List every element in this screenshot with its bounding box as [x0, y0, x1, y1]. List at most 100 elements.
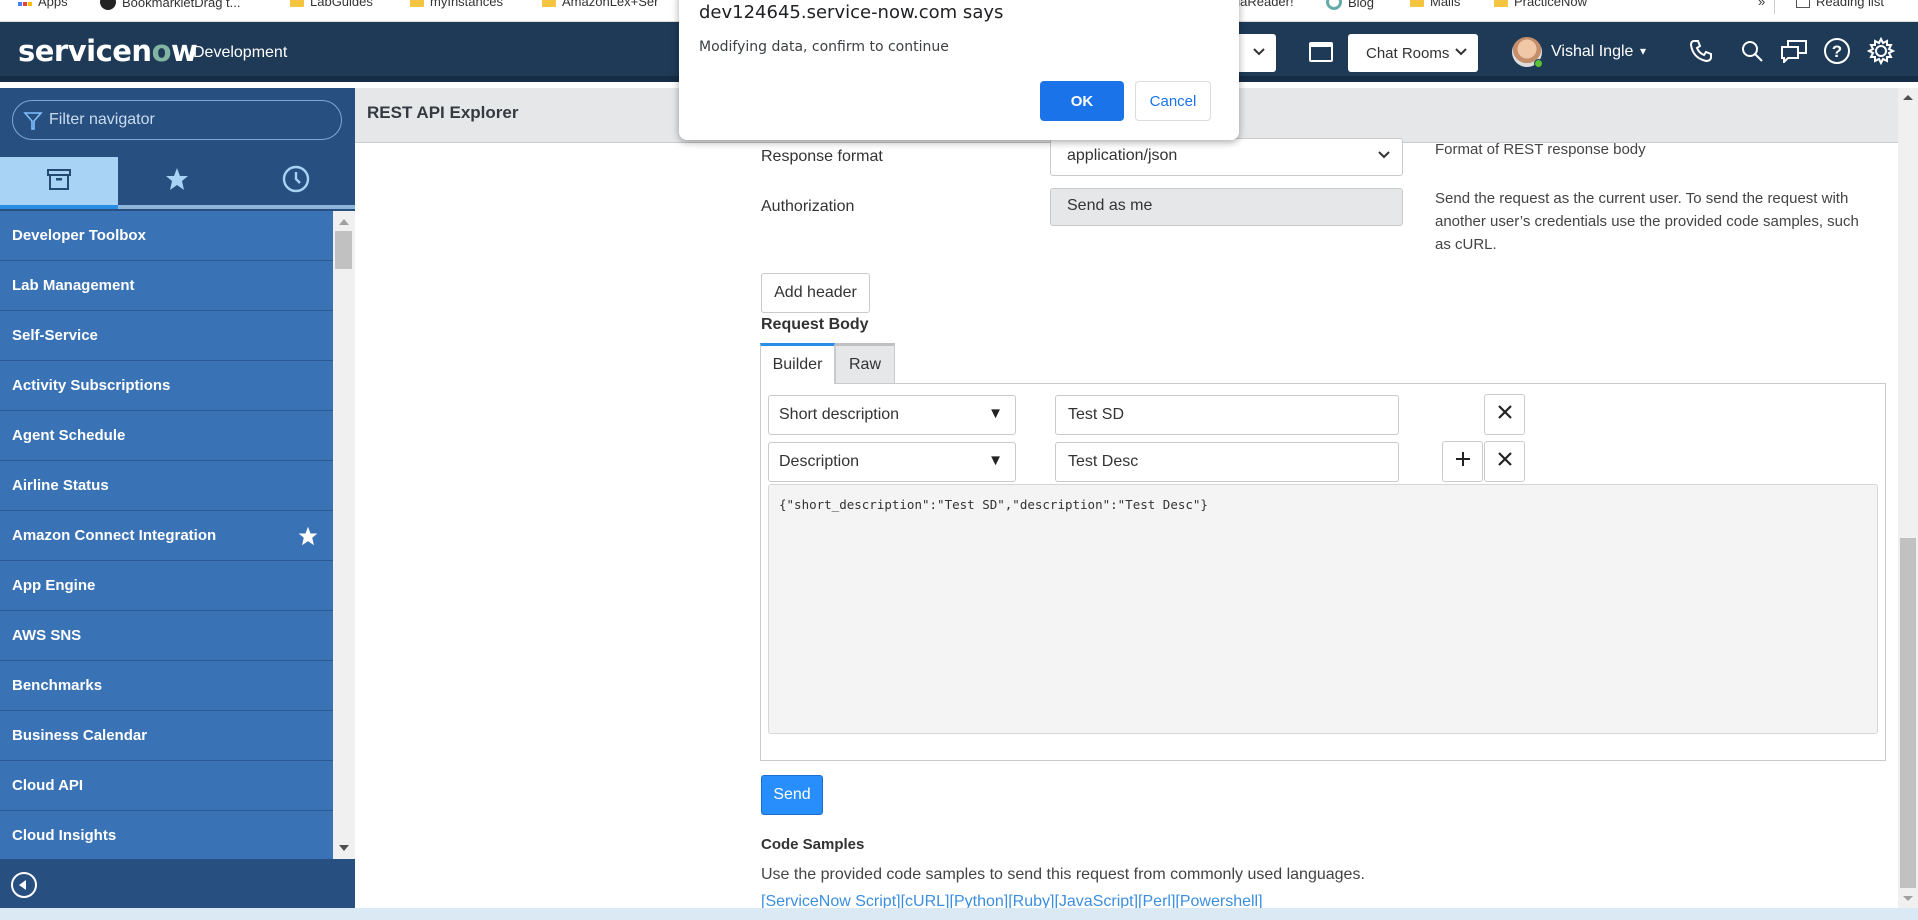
- scrollbar-thumb[interactable]: [335, 231, 352, 269]
- link-python[interactable]: [Python]: [950, 893, 1009, 908]
- bookmark-label: PracticeNow: [1514, 0, 1587, 9]
- reading-list-icon: [1796, 0, 1810, 8]
- remove-field-button[interactable]: [1484, 394, 1525, 435]
- plus-icon: [1455, 451, 1471, 472]
- bookmark-myinstances[interactable]: myInstances: [410, 0, 503, 9]
- bookmark-bookmarklet[interactable]: BookmarkletDrag t...: [100, 0, 241, 10]
- help-icon[interactable]: ?: [1822, 36, 1852, 66]
- link-ruby[interactable]: [Ruby]: [1008, 893, 1054, 908]
- tab-favorites[interactable]: [118, 157, 237, 209]
- bookmark-label: Blog: [1348, 0, 1375, 10]
- apps-grid-icon: [18, 0, 32, 9]
- archive-box-icon: [46, 167, 72, 196]
- menu-item-cloud-insights[interactable]: Cloud Insights: [0, 811, 333, 859]
- sidebar-scrollbar[interactable]: [333, 211, 355, 859]
- menu-item-label: Business Calendar: [12, 727, 148, 744]
- dropdown-triangle-icon: ▼: [988, 405, 1003, 422]
- bookmark-apps[interactable]: Apps: [18, 0, 68, 9]
- dialog-title: dev124645.service-now.com says: [699, 2, 1004, 23]
- authorization-label: Authorization: [761, 198, 855, 215]
- remove-field-button[interactable]: [1484, 441, 1525, 482]
- add-field-button[interactable]: [1442, 441, 1483, 482]
- menu-item-benchmarks[interactable]: Benchmarks: [0, 661, 333, 711]
- menu-item-lab-management[interactable]: Lab Management: [0, 261, 333, 311]
- bookmark-reader[interactable]: elaReader!: [1230, 0, 1294, 9]
- tab-all-applications[interactable]: [0, 157, 119, 209]
- bookmark-label: myInstances: [430, 0, 503, 9]
- menu-item-cloud-api[interactable]: Cloud API: [0, 761, 333, 811]
- ok-button[interactable]: OK: [1040, 81, 1124, 121]
- link-powershell[interactable]: [Powershell]: [1175, 893, 1262, 908]
- bookmarks-overflow[interactable]: »: [1758, 0, 1765, 9]
- link-servicenow-script[interactable]: [ServiceNow Script]: [761, 893, 901, 908]
- menu-item-label: App Engine: [12, 577, 96, 594]
- collapse-navigator-icon[interactable]: [11, 872, 37, 898]
- response-format-value: application/json: [1067, 147, 1178, 164]
- chevron-down-icon: [1378, 148, 1390, 163]
- cancel-button[interactable]: Cancel: [1135, 81, 1211, 121]
- chevron-down-icon: [1252, 44, 1266, 60]
- response-format-select[interactable]: application/json: [1050, 138, 1403, 176]
- phone-icon[interactable]: [1686, 36, 1716, 66]
- json-preview[interactable]: {"short_description":"Test SD","descript…: [768, 484, 1878, 734]
- menu-item-airline-status[interactable]: Airline Status: [0, 461, 333, 511]
- bookmark-amazonlex[interactable]: AmazonLex+Ser: [542, 0, 658, 9]
- bookmark-label: Mails: [1430, 0, 1461, 9]
- tab-history[interactable]: [236, 157, 355, 209]
- response-format-help: Format of REST response body: [1435, 141, 1646, 158]
- field-select-value: Description: [779, 453, 860, 470]
- menu-item-developer-toolbox[interactable]: Developer Toolbox: [0, 211, 333, 261]
- user-avatar[interactable]: [1512, 37, 1543, 68]
- tab-raw[interactable]: Raw: [835, 343, 895, 383]
- menu-item-amazon-connect-integration[interactable]: Amazon Connect Integration: [0, 511, 333, 561]
- connect-chat-icon[interactable]: [1779, 36, 1809, 66]
- menu-item-aws-sns[interactable]: AWS SNS: [0, 611, 333, 661]
- instance-name: Development: [193, 44, 288, 61]
- field-value-text: Test Desc: [1068, 453, 1139, 470]
- search-icon[interactable]: [1737, 36, 1767, 66]
- settings-gear-icon[interactable]: [1866, 36, 1896, 66]
- field-select[interactable]: Short description ▼: [768, 395, 1016, 435]
- chat-rooms-select[interactable]: Chat Rooms: [1348, 34, 1478, 72]
- reading-list-button[interactable]: Reading list: [1796, 0, 1884, 9]
- bookmark-practicenow[interactable]: PracticeNow: [1494, 0, 1587, 9]
- menu-item-activity-subscriptions[interactable]: Activity Subscriptions: [0, 361, 333, 411]
- link-curl[interactable]: [cURL]: [901, 893, 950, 908]
- servicenow-logo[interactable]: servicenow: [18, 34, 198, 68]
- menu-item-business-calendar[interactable]: Business Calendar: [0, 711, 333, 761]
- add-header-button[interactable]: Add header: [761, 273, 870, 313]
- main-scrollbar[interactable]: [1898, 88, 1918, 908]
- scroll-down-arrow-icon[interactable]: [339, 845, 349, 851]
- scroll-up-arrow-icon[interactable]: [339, 219, 349, 225]
- link-perl[interactable]: [Perl]: [1138, 893, 1175, 908]
- favorite-star-icon[interactable]: [297, 525, 319, 551]
- field-value-input[interactable]: Test Desc: [1055, 442, 1399, 482]
- link-javascript[interactable]: [JavaScript]: [1054, 893, 1138, 908]
- menu-item-app-engine[interactable]: App Engine: [0, 561, 333, 611]
- folder-icon: [1494, 0, 1508, 7]
- field-select[interactable]: Description ▼: [768, 442, 1016, 482]
- tab-builder[interactable]: Builder: [760, 343, 835, 384]
- scroll-down-arrow-icon[interactable]: [1903, 896, 1913, 901]
- online-status-icon: [1534, 59, 1543, 68]
- scroll-up-arrow-icon[interactable]: [1903, 95, 1913, 100]
- menu-item-label: Lab Management: [12, 277, 135, 294]
- bookmark-labguides[interactable]: LabGuides: [290, 0, 373, 9]
- user-name[interactable]: Vishal Ingle: [1551, 43, 1633, 61]
- bookmark-blog[interactable]: Blog: [1326, 0, 1374, 10]
- code-samples-description: Use the provided code samples to send th…: [761, 866, 1365, 883]
- window-icon[interactable]: [1309, 42, 1333, 62]
- scrollbar-thumb[interactable]: [1900, 538, 1916, 888]
- menu-item-self-service[interactable]: Self-Service: [0, 311, 333, 361]
- filter-navigator-input[interactable]: Filter navigator: [12, 100, 342, 140]
- overflow-chevron-icon: »: [1758, 0, 1766, 9]
- confirm-dialog: dev124645.service-now.com says Modifying…: [679, 0, 1239, 140]
- field-value-input[interactable]: Test SD: [1055, 395, 1399, 435]
- user-menu-caret-icon[interactable]: ▾: [1640, 44, 1646, 58]
- bookmark-mails[interactable]: Mails: [1410, 0, 1460, 9]
- menu-item-agent-schedule[interactable]: Agent Schedule: [0, 411, 333, 461]
- send-button[interactable]: Send: [761, 775, 823, 815]
- navigator-sidebar: Filter navigator Developer Toolbox Lab M…: [0, 88, 355, 920]
- filter-funnel-icon: [23, 110, 43, 137]
- menu-item-label: Airline Status: [12, 477, 109, 494]
